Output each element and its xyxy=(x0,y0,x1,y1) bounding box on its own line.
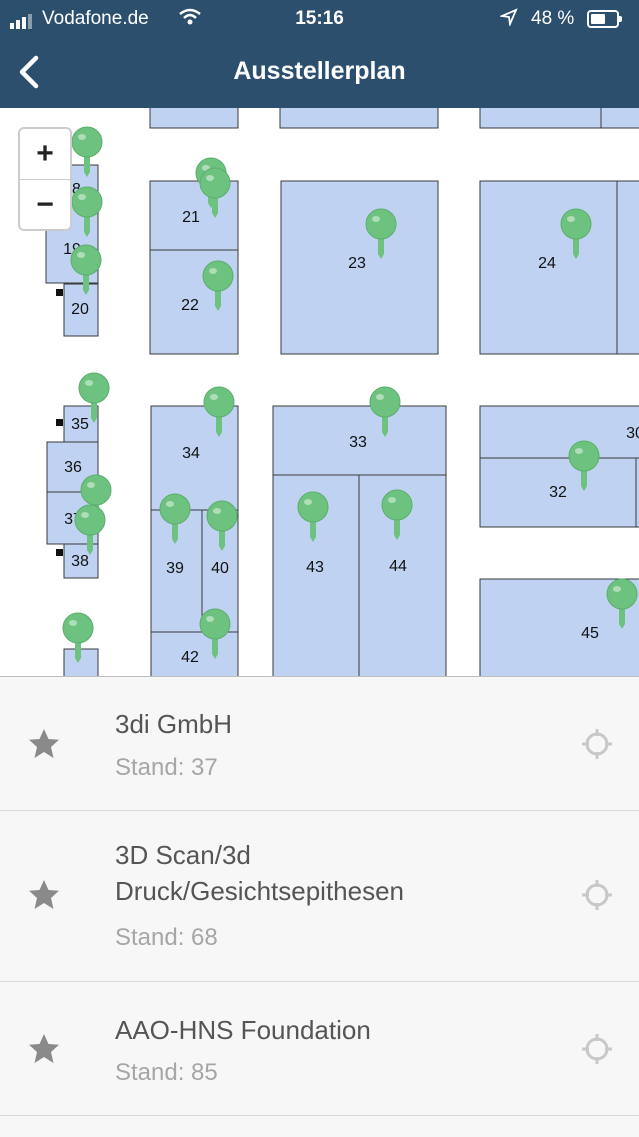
crosshair-icon[interactable] xyxy=(580,727,614,761)
zoom-out-button[interactable]: − xyxy=(20,180,70,229)
booth-label: 32 xyxy=(549,484,567,501)
booth-label: 42 xyxy=(181,649,199,666)
exhibitor-stand: Stand: 37 xyxy=(115,754,218,781)
booth-top-c[interactable] xyxy=(479,108,602,129)
exhibitor-row[interactable]: 3D Scan/3d Druck/Gesichtsepithesen Stand… xyxy=(0,811,639,982)
zoom-control: + − xyxy=(18,127,72,231)
booth-label: 44 xyxy=(389,558,407,575)
booth-label: 36 xyxy=(64,459,82,476)
star-icon[interactable] xyxy=(27,1032,61,1066)
booth-label: 35 xyxy=(71,416,89,433)
booth-top-d[interactable] xyxy=(600,108,639,129)
booth-label: 43 xyxy=(306,559,324,576)
booth-label: 21 xyxy=(182,209,200,226)
booth-24[interactable] xyxy=(479,180,639,355)
star-icon[interactable] xyxy=(27,727,61,761)
exhibitor-name: AAO-HNS Foundation xyxy=(115,1015,371,1045)
booth-label: 20 xyxy=(71,301,89,318)
battery-icon xyxy=(587,10,622,28)
app-header: Vodafone.de 15:16 48 % Ausstellerplan xyxy=(0,0,639,108)
location-arrow-icon xyxy=(500,8,518,26)
page-title: Ausstellerplan xyxy=(233,57,406,85)
booth-label: 30 xyxy=(626,425,639,442)
crosshair-icon[interactable] xyxy=(580,878,614,912)
exhibitor-stand: Stand: 68 xyxy=(115,924,218,951)
exhibitor-list: 3di GmbH Stand: 37 3D Scan/3d Druck/Gesi… xyxy=(0,676,639,1137)
booth-label: 40 xyxy=(211,560,229,577)
exhibitor-row[interactable]: 3di GmbH Stand: 37 xyxy=(0,677,639,811)
battery-percent: 48 % xyxy=(531,8,575,29)
booth-label: 38 xyxy=(71,553,89,570)
booth-label: 34 xyxy=(182,445,200,462)
booth-top-a[interactable] xyxy=(149,108,239,129)
crosshair-icon[interactable] xyxy=(580,1032,614,1066)
booth-top-b[interactable] xyxy=(279,108,439,129)
booth-label: 33 xyxy=(349,434,367,451)
booth-label: 23 xyxy=(348,255,366,272)
exhibitor-row[interactable]: AAO-HNS Foundation Stand: 85 xyxy=(0,982,639,1116)
booth-label: 24 xyxy=(538,255,556,272)
star-icon[interactable] xyxy=(27,878,61,912)
floor-plan-svg[interactable]: 18 19 20 21 22 23 24 35 36 37 38 34 33 3… xyxy=(0,108,639,676)
exhibitor-name: 3D Scan/3d Druck/Gesichtsepithesen xyxy=(115,840,405,906)
booth-30[interactable] xyxy=(479,405,639,459)
status-bar: Vodafone.de 15:16 48 % xyxy=(0,0,639,36)
exhibitor-name: 3di GmbH xyxy=(115,709,233,739)
zoom-in-button[interactable]: + xyxy=(20,129,70,180)
booth-label: 39 xyxy=(166,560,184,577)
booth-label: 45 xyxy=(581,625,599,642)
exhibitor-stand: Stand: 85 xyxy=(115,1059,218,1086)
booth-label: 22 xyxy=(181,297,199,314)
floor-plan-map[interactable]: 18 19 20 21 22 23 24 35 36 37 38 34 33 3… xyxy=(0,108,639,676)
